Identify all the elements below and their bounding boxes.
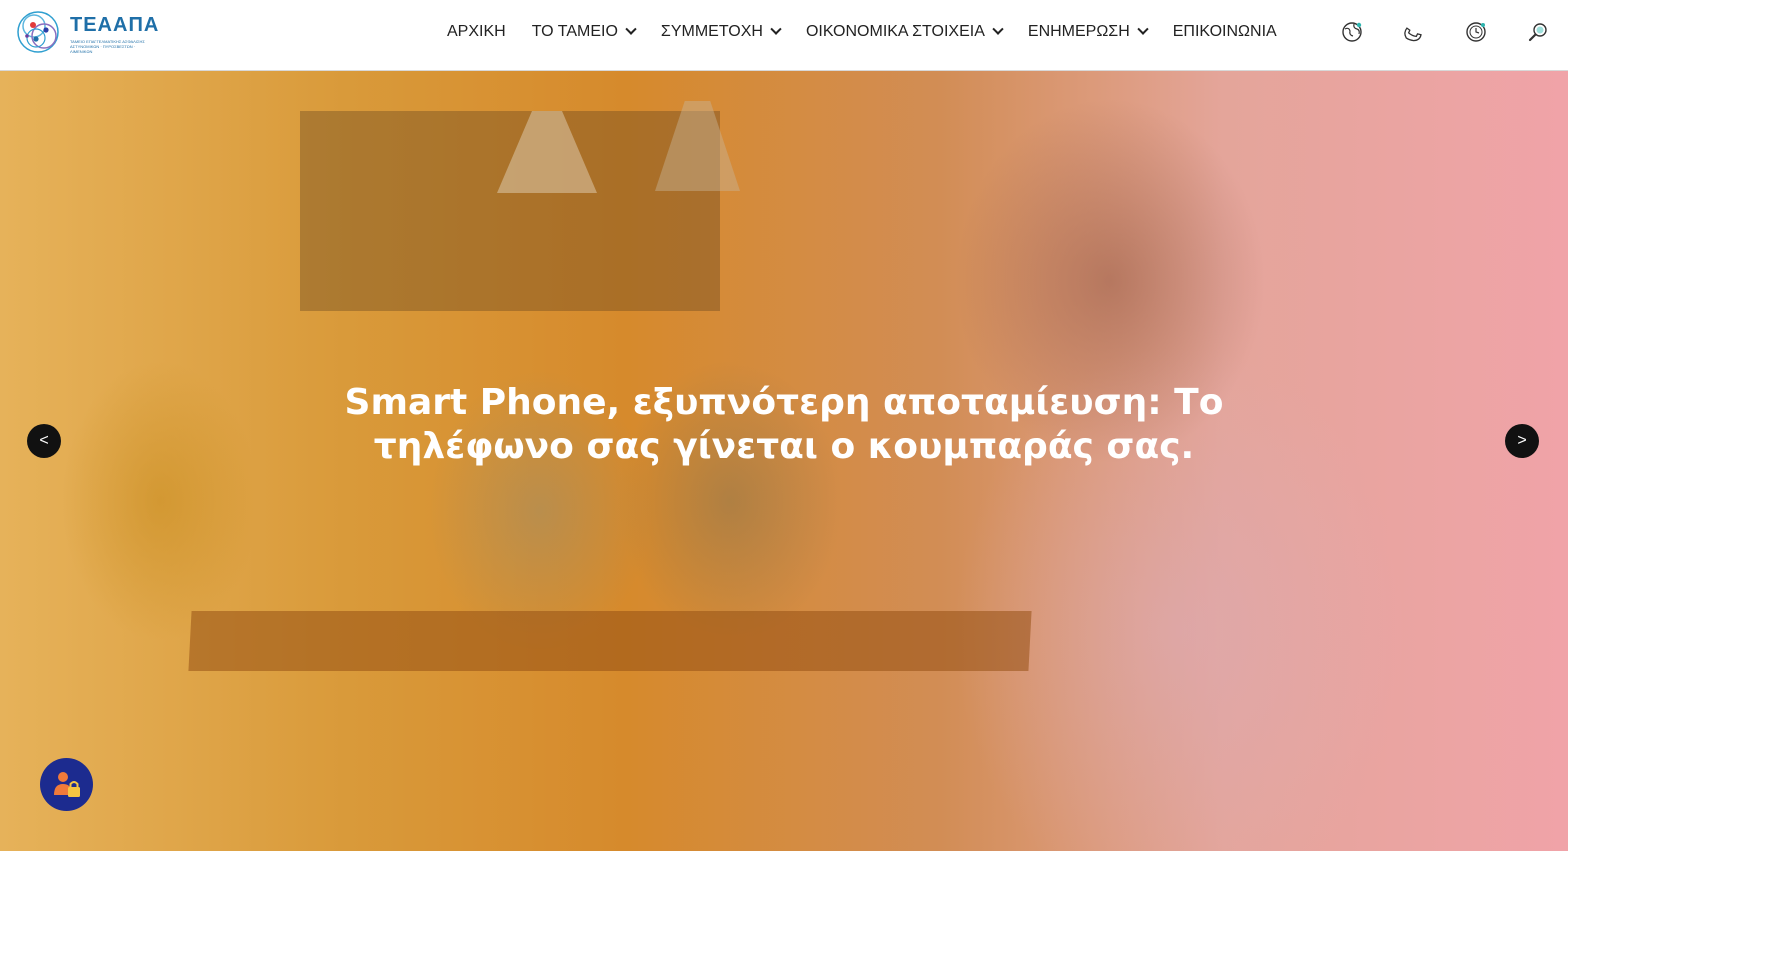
search-button[interactable]: [1524, 18, 1552, 46]
accessibility-widget-button[interactable]: [40, 758, 93, 811]
hero-background-table: [188, 611, 1032, 671]
nav-item-financials[interactable]: ΟΙΚΟΝΟΜΙΚΑ ΣΤΟΙΧΕΙΑ: [805, 23, 1004, 41]
header-tools: [1338, 18, 1586, 46]
logo-name: ΤΕΑΑΠΑ: [70, 14, 160, 36]
phone-icon: [1404, 27, 1422, 42]
nav-item-contact[interactable]: ΕΠΙΚΟΙΝΩΝΙΑ: [1173, 23, 1277, 41]
site-logo[interactable]: ΤΕΑΑΠΑ ΤΑΜΕΙΟ ΕΠΑΓΓΕΛΜΑΤΙΚΗΣ ΑΣΦΑΛΙΣΗΣ Α…: [16, 6, 160, 60]
search-icon: [1528, 23, 1547, 42]
hero-slider: Smart Phone, εξυπνότερη αποταμίευση: Το …: [0, 71, 1568, 851]
language-button[interactable]: [1338, 18, 1366, 46]
clock-icon: [1466, 22, 1486, 42]
logo-subtitle: ΤΑΜΕΙΟ ΕΠΑΓΓΕΛΜΑΤΙΚΗΣ ΑΣΦΑΛΙΣΗΣ ΑΣΤΥΝΟΜΙ…: [70, 39, 145, 54]
slider-next-label: >: [1517, 432, 1527, 449]
nav-item-home[interactable]: ΑΡΧΙΚΗ: [447, 23, 506, 41]
slider-prev-button[interactable]: <: [27, 424, 61, 458]
globe-icon: [1342, 22, 1362, 42]
slider-next-button[interactable]: >: [1505, 424, 1539, 458]
chevron-down-icon: [1137, 23, 1149, 35]
nav-item-label: ΕΝΗΜΕΡΩΣΗ: [1027, 23, 1130, 40]
site-header: ΤΕΑΑΠΑ ΤΑΜΕΙΟ ΕΠΑΓΓΕΛΜΑΤΙΚΗΣ ΑΣΦΑΛΙΣΗΣ Α…: [0, 0, 1568, 71]
nav-item-label: ΣΥΜΜΕΤΟΧΗ: [660, 23, 763, 40]
main-navigation: ΑΡΧΙΚΗ ΤΟ ΤΑΜΕΙΟ ΣΥΜΜΕΤΟΧΗ ΟΙΚΟΝΟΜΙΚΑ ΣΤ…: [447, 0, 1303, 64]
slider-prev-label: <: [39, 432, 49, 449]
nav-item-participation[interactable]: ΣΥΜΜΕΤΟΧΗ: [660, 23, 782, 41]
slide-headline: Smart Phone, εξυπνότερη αποταμίευση: Το …: [344, 382, 1224, 467]
nav-item-news[interactable]: ΕΝΗΜΕΡΩΣΗ: [1027, 23, 1149, 41]
accessibility-lock-icon: [53, 771, 80, 797]
chevron-down-icon: [625, 23, 637, 35]
nav-item-label: ΟΙΚΟΝΟΜΙΚΑ ΣΤΟΙΧΕΙΑ: [805, 23, 985, 40]
logo-mark-icon: [17, 11, 59, 53]
nav-item-label: ΤΟ ΤΑΜΕΙΟ: [531, 23, 618, 40]
nav-item-label: ΑΡΧΙΚΗ: [447, 23, 506, 40]
nav-item-fund[interactable]: ΤΟ ΤΑΜΕΙΟ: [531, 23, 637, 41]
nav-item-label: ΕΠΙΚΟΙΝΩΝΙΑ: [1172, 23, 1277, 40]
chevron-down-icon: [992, 23, 1004, 35]
phone-button[interactable]: [1400, 18, 1428, 46]
hero-background-shelf: [300, 111, 720, 311]
chevron-down-icon: [770, 23, 782, 35]
hours-button[interactable]: [1462, 18, 1490, 46]
